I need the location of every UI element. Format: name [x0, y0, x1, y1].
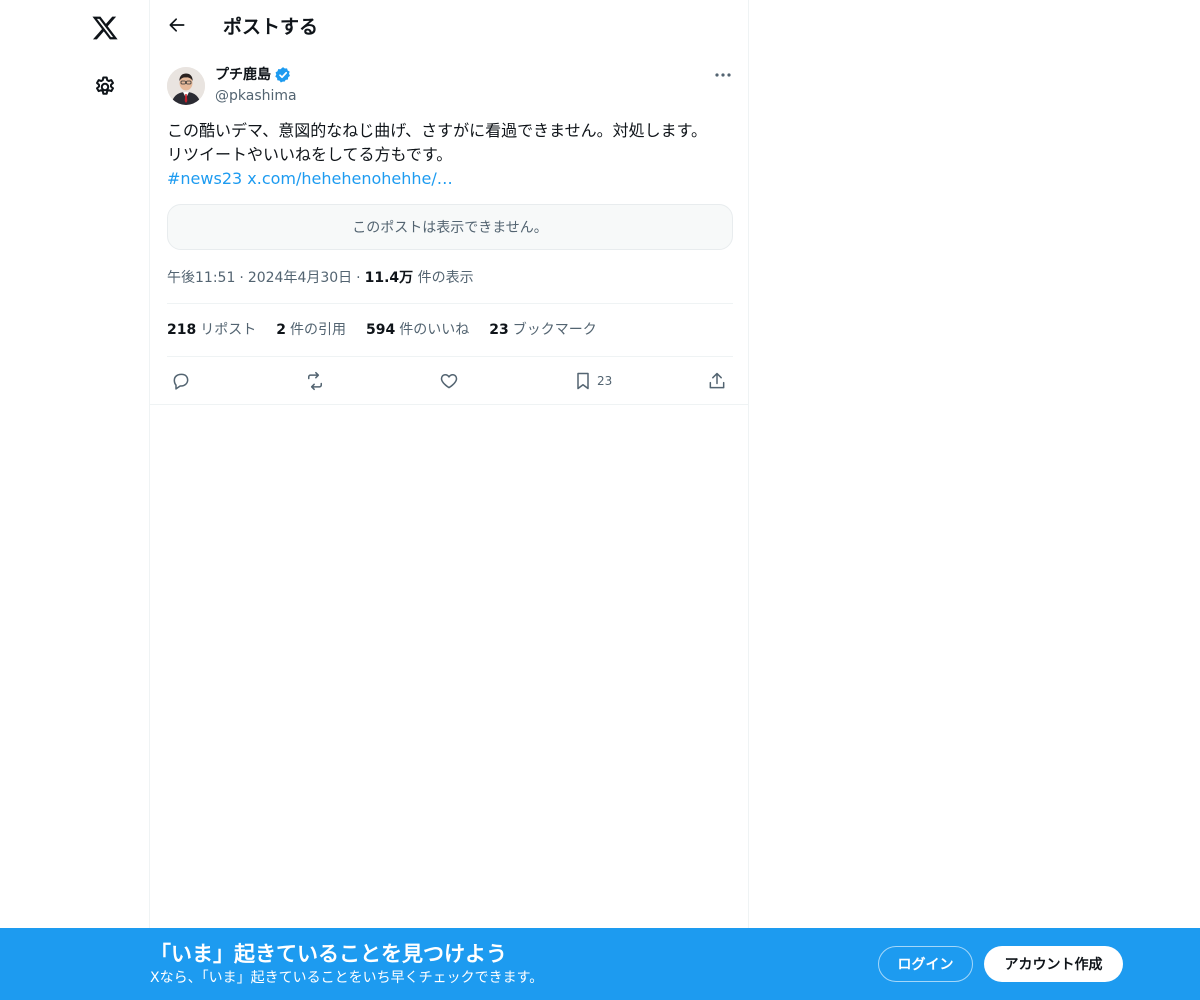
bookmarks-label: ブックマーク [512, 322, 597, 338]
likes-count: 594 [365, 322, 396, 338]
divider [150, 404, 748, 405]
like-button[interactable] [438, 366, 460, 396]
author-name-text: プチ鹿島 [215, 67, 271, 83]
separator-dot: · [239, 270, 244, 286]
views-label: 件の表示 [417, 270, 474, 286]
author-name[interactable]: プチ鹿島 [215, 65, 292, 85]
reposts-stat[interactable]: 218 リポスト [167, 320, 256, 340]
arrow-left-icon [167, 15, 187, 39]
hashtag-link[interactable]: #news23 [167, 169, 242, 188]
divider [167, 303, 733, 304]
reply-button[interactable] [171, 366, 191, 396]
login-button[interactable]: ログイン [878, 946, 973, 982]
create-account-button[interactable]: アカウント作成 [984, 946, 1123, 982]
share-icon [707, 371, 727, 391]
views-count: 11.4万 [364, 270, 414, 286]
quotes-stat[interactable]: 2 件の引用 [276, 320, 346, 340]
back-button[interactable] [162, 12, 192, 42]
separator-dot: · [356, 270, 361, 286]
post-stats: 218 リポスト 2 件の引用 594 件のいいね 23 ブックマーク [167, 320, 597, 340]
unavailable-quote: このポストは表示できません。 [167, 204, 733, 250]
likes-stat[interactable]: 594 件のいいね [366, 320, 469, 340]
post-links: #news23 x.com/hehehenohehhe/… [167, 167, 453, 191]
author-handle[interactable]: @pkashima [215, 86, 297, 106]
bookmarks-count: 23 [489, 322, 509, 338]
repost-button[interactable] [304, 366, 326, 396]
post-text: この酷いデマ、意図的なねじ曲げ、さすがに看過できません。対処します。リツイートや… [167, 121, 708, 164]
x-logo-icon[interactable] [88, 11, 122, 45]
reposts-label: リポスト [200, 322, 257, 338]
reposts-count: 218 [167, 322, 197, 338]
bookmark-button[interactable]: 23 [573, 366, 612, 396]
left-nav [0, 0, 150, 1000]
url-link[interactable]: x.com/hehehenohehhe/… [247, 169, 453, 188]
repost-icon [304, 371, 326, 391]
post-date[interactable]: 2024年4月30日 [248, 270, 352, 286]
heart-icon [438, 371, 460, 391]
post-meta: 午後11:51 · 2024年4月30日 · 11.4万 件の表示 [167, 268, 474, 288]
quotes-label: 件の引用 [289, 322, 346, 338]
page-title: ポストする [223, 16, 319, 38]
action-bar: 23 [167, 366, 733, 396]
bookmarks-stat[interactable]: 23 ブックマーク [489, 320, 596, 340]
main-column: ポストする プチ鹿島 @pkashima この酷いデマ、意図的なねじ曲げ、さすが… [149, 0, 749, 928]
banner-subtitle: Xなら、「いま」起きていることをいち早くチェックできます。 [150, 970, 544, 986]
more-options-button[interactable] [710, 64, 736, 86]
quotes-count: 2 [276, 322, 286, 338]
share-button[interactable] [707, 366, 727, 396]
bookmark-count: 23 [597, 374, 613, 388]
likes-label: 件のいいね [399, 322, 470, 338]
bookmark-icon [573, 371, 593, 391]
gear-icon[interactable] [88, 70, 122, 104]
divider [167, 356, 733, 357]
reply-icon [171, 371, 191, 391]
header: ポストする [150, 0, 748, 54]
more-icon [714, 72, 732, 78]
post-time[interactable]: 午後11:51 [167, 270, 235, 286]
banner-title: 「いま」起きていることを見つけよう [150, 942, 507, 966]
avatar[interactable] [167, 67, 205, 105]
verified-badge-icon [274, 66, 292, 84]
